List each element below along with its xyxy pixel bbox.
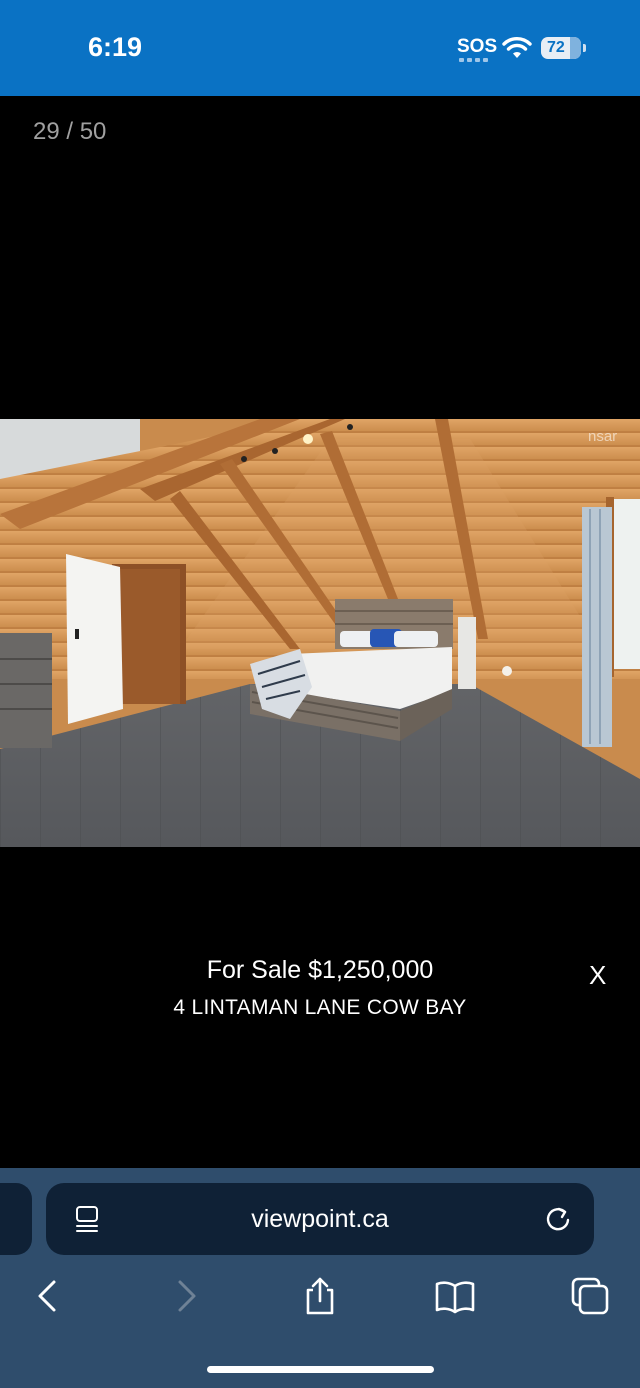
bookmarks-icon[interactable] [435,1276,475,1316]
address-bar[interactable]: viewpoint.ca [46,1183,594,1255]
forward-icon[interactable] [166,1276,206,1316]
back-icon[interactable] [28,1276,68,1316]
listing-address: 4 LINTAMAN LANE COW BAY [173,996,467,1019]
wifi-icon [502,37,532,58]
battery-icon: 72 [541,37,581,59]
carrier-sos: SOS [457,36,498,57]
close-button[interactable]: X [589,960,606,991]
status-bar: 6:19 SOS 72 [0,0,640,96]
bedroom-photo: nsar [0,419,640,847]
share-icon[interactable] [300,1276,340,1316]
reload-icon[interactable] [544,1205,572,1233]
photo-counter: 29 / 50 [33,118,107,145]
battery-tip [583,44,586,52]
listing-price: For Sale $1,250,000 [206,956,434,984]
watermark: nsar [588,428,617,445]
home-indicator [207,1366,434,1373]
url-text[interactable]: viewpoint.ca [46,1205,594,1234]
previous-tab-preview[interactable] [0,1183,32,1255]
listing-photo[interactable]: nsar [0,419,640,847]
signal-dots-icon [459,58,491,62]
tabs-icon[interactable] [570,1276,610,1316]
battery-level: 72 [547,39,565,56]
status-time: 6:19 [88,32,143,62]
